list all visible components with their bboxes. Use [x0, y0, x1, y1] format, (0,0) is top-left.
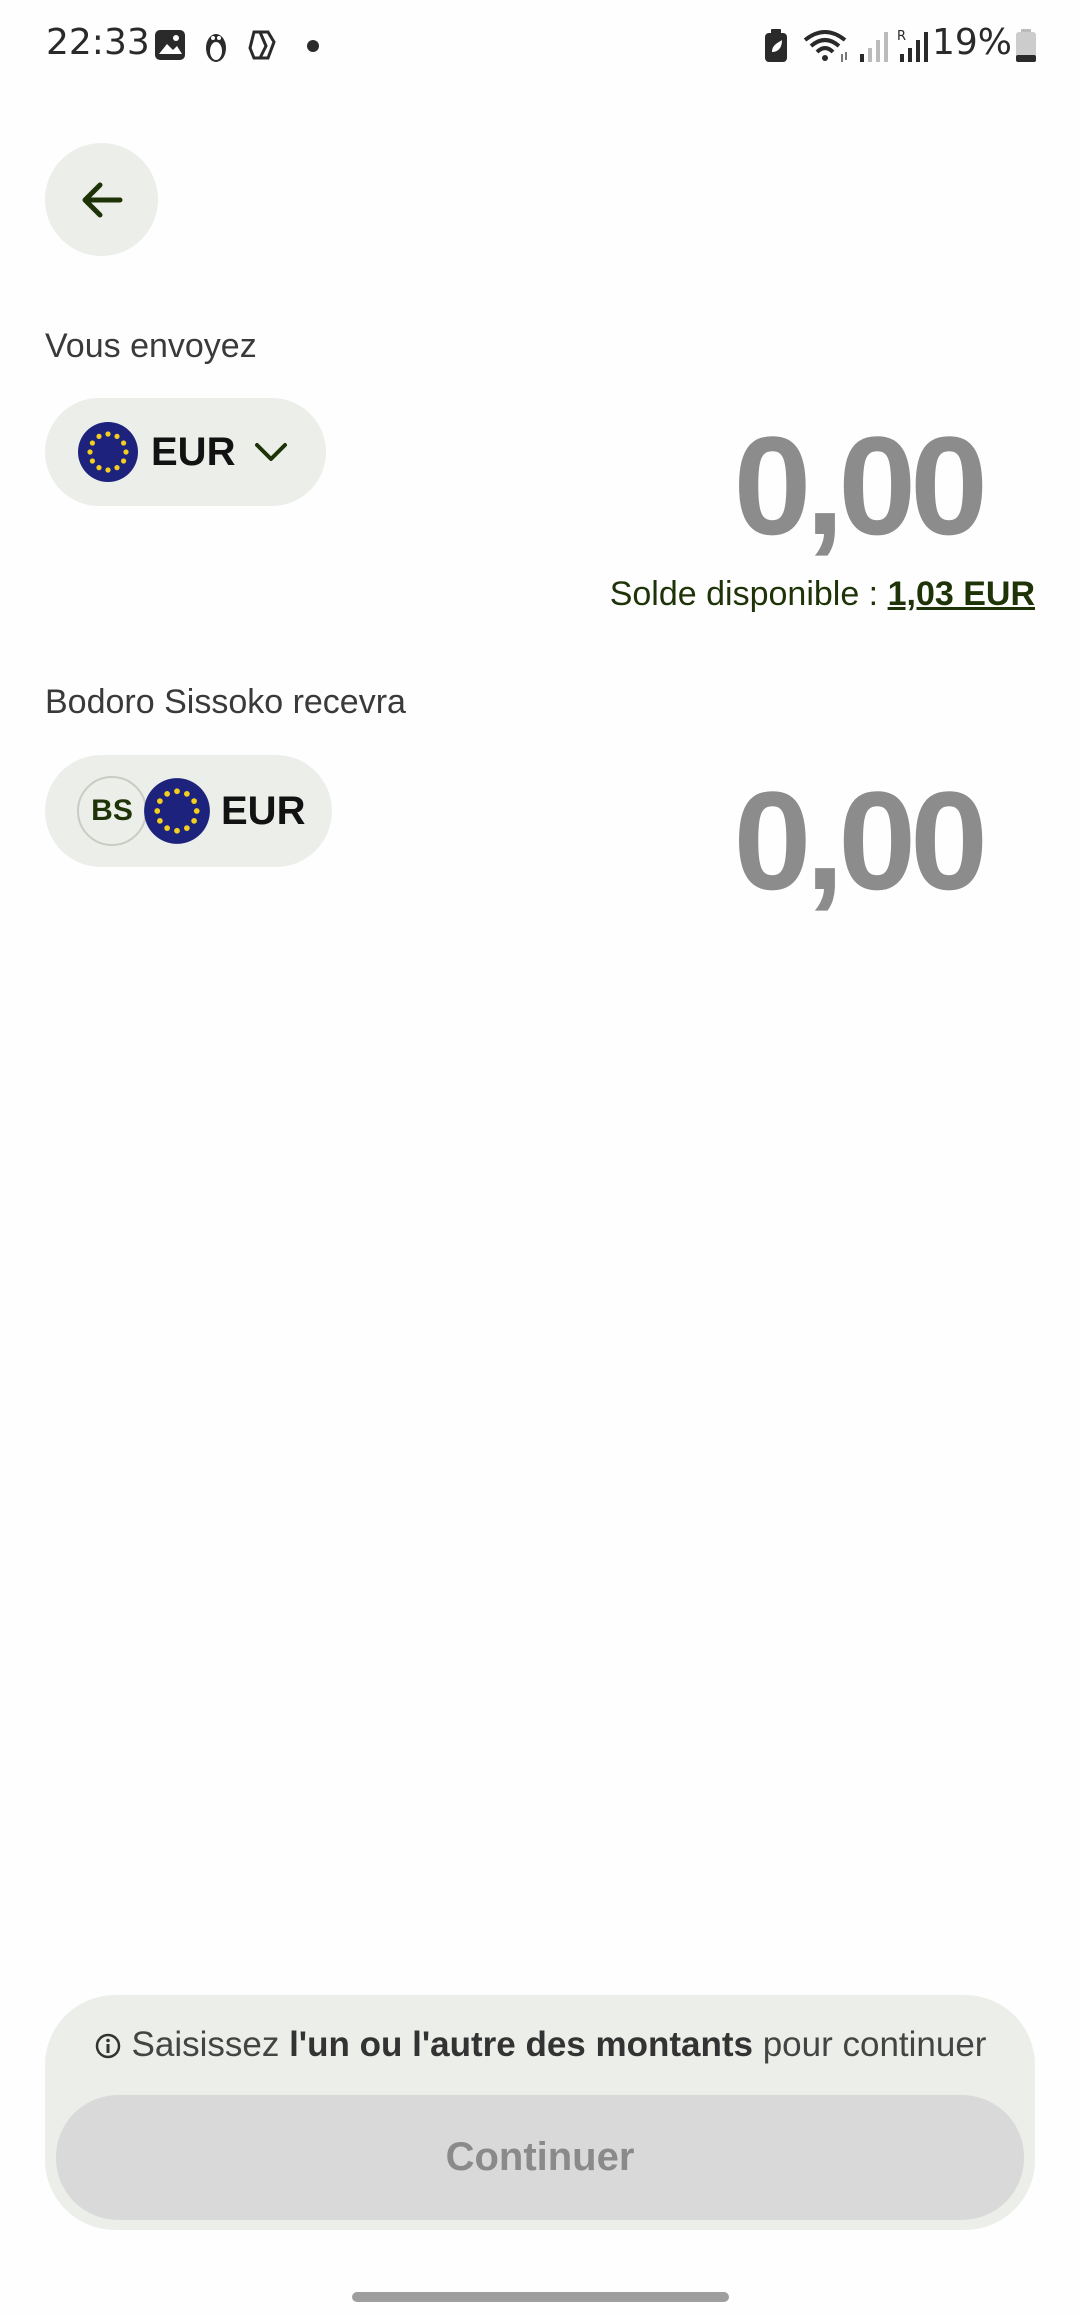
home-indicator[interactable]: [352, 2292, 729, 2302]
info-bold: l'un ou l'autre des montants: [289, 2025, 753, 2064]
signal-roaming-icon: R: [897, 29, 928, 62]
chevron-down-icon: [255, 443, 288, 461]
receive-currency-display: BS EUR: [45, 755, 332, 867]
status-time: 22:33: [46, 22, 150, 63]
info-message: Saisissez l'un ou l'autre des montants p…: [45, 2025, 1035, 2065]
gallery-icon: [155, 30, 185, 60]
info-icon: [95, 2033, 120, 2059]
notification-dot-icon: [307, 40, 319, 52]
recipient-initials: BS: [91, 794, 133, 827]
recipient-avatar: BS: [77, 776, 147, 846]
balance-label: Solde disponible :: [609, 575, 888, 613]
battery-icon: [1016, 29, 1036, 62]
svg-text:R: R: [897, 29, 906, 44]
send-label: Vous envoyez: [45, 327, 257, 365]
eu-flag-icon: [78, 422, 138, 482]
receive-currency-code: EUR: [221, 788, 306, 833]
copilot-icon: [248, 30, 276, 60]
eu-flag-icon: [144, 778, 210, 844]
battery-saver-icon: [765, 29, 787, 62]
available-balance: Solde disponible : 1,03 EUR: [610, 575, 1035, 614]
signal-weak-icon: [860, 32, 888, 62]
receive-amount-input[interactable]: 0,00: [734, 760, 988, 922]
status-bar: 22:33 R 19%: [0, 0, 1080, 95]
penguin-icon: [206, 34, 226, 62]
arrow-left-icon: [82, 182, 122, 217]
continue-button[interactable]: Continuer: [56, 2095, 1024, 2220]
back-button[interactable]: [45, 143, 158, 256]
send-amount-input[interactable]: 0,00: [734, 405, 988, 567]
wifi-icon: [803, 30, 847, 62]
send-currency-code: EUR: [151, 429, 236, 474]
info-prefix: Saisissez: [131, 2025, 290, 2064]
receive-label: Bodoro Sissoko recevra: [45, 683, 406, 721]
balance-value-link[interactable]: 1,03 EUR: [888, 575, 1035, 613]
continue-panel: Saisissez l'un ou l'autre des montants p…: [45, 1995, 1035, 2230]
info-suffix: pour continuer: [752, 2025, 987, 2064]
battery-percent: 19%: [931, 22, 1012, 63]
send-currency-selector[interactable]: EUR: [45, 398, 326, 506]
